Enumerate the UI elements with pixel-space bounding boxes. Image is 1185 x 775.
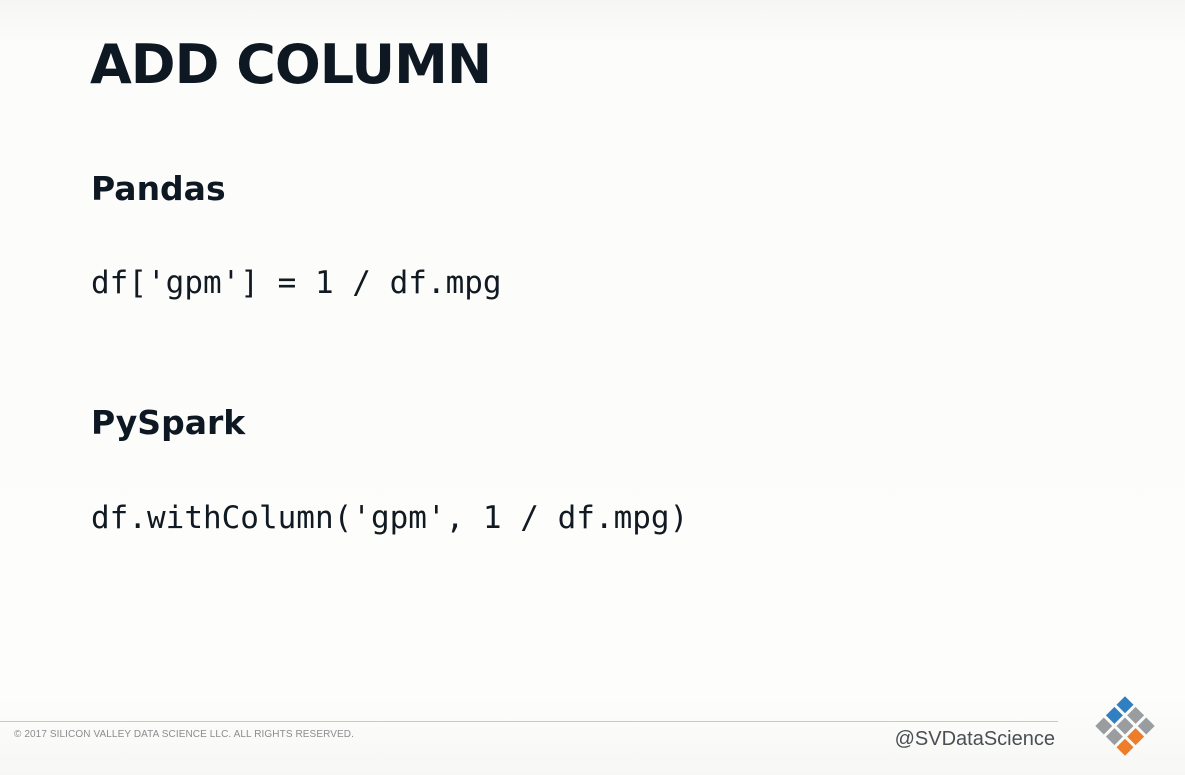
footer-divider: [0, 721, 1058, 722]
section-heading-pandas: Pandas: [91, 169, 226, 208]
section-heading-pyspark: PySpark: [91, 403, 246, 442]
svds-diamond-grid-logo-icon: [1095, 696, 1155, 756]
slide-title: ADD COLUMN: [90, 33, 492, 96]
slide: ADD COLUMN Pandas df['gpm'] = 1 / df.mpg…: [0, 0, 1185, 775]
code-snippet-pandas: df['gpm'] = 1 / df.mpg: [91, 265, 502, 301]
twitter-handle: @SVDataScience: [894, 728, 1055, 750]
copyright-notice: © 2017 SILICON VALLEY DATA SCIENCE LLC. …: [14, 729, 354, 740]
code-snippet-pyspark: df.withColumn('gpm', 1 / df.mpg): [91, 500, 689, 536]
